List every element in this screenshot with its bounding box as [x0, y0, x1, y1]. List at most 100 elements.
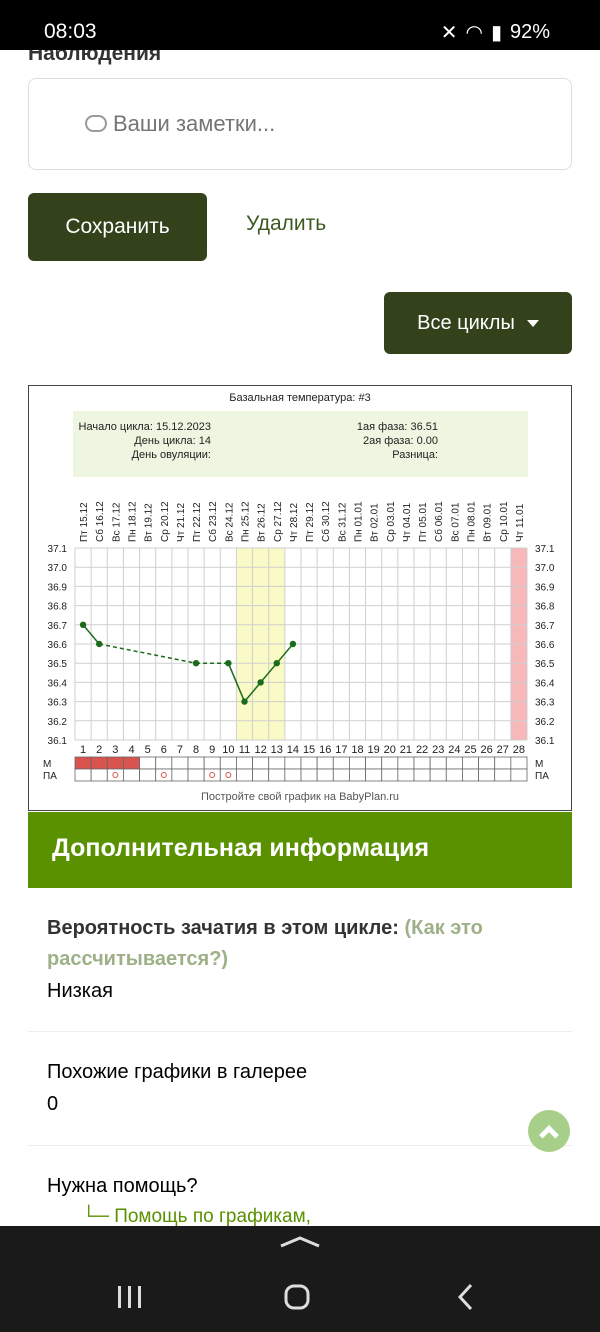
m-cell	[187, 756, 205, 770]
bbt-chart-svg: Базальная температура: #3 Начало цикла: 1…	[43, 392, 555, 803]
bbt-chart: Базальная температура: #3 Начало цикла: 1…	[28, 385, 572, 811]
day-number: 13	[271, 744, 283, 756]
y-tick-right: 36.1	[535, 736, 555, 747]
probability-label: Вероятность зачатия в этом цикле: (Как э…	[47, 917, 483, 970]
temp-point	[289, 640, 297, 648]
day-number: 1	[80, 744, 86, 756]
comment-icon	[85, 115, 107, 132]
pa-cell	[171, 768, 189, 782]
additional-info-header: Дополнительная информация	[28, 812, 572, 888]
row-pa-label-right: ПА	[535, 771, 549, 782]
save-button[interactable]: Сохранить	[28, 193, 207, 261]
day-number: 8	[193, 744, 199, 756]
temp-point	[257, 679, 264, 686]
day-number: 16	[319, 744, 331, 756]
date-label: Пт 05.01	[418, 502, 429, 542]
date-label: Ср 03.01	[386, 501, 397, 542]
m-cell	[478, 756, 496, 770]
y-tick-left: 36.2	[48, 717, 68, 728]
y-tick-right: 36.4	[535, 678, 555, 689]
pa-cell	[397, 768, 415, 782]
pa-cell	[300, 768, 318, 782]
m-cell	[268, 756, 286, 770]
temp-point	[225, 660, 232, 667]
day-number: 20	[384, 744, 396, 756]
chart-info-right: 2ая фаза: 0.00	[363, 435, 438, 447]
probability-section: Вероятность зачатия в этом цикле: (Как э…	[47, 913, 547, 975]
pa-cell	[74, 768, 92, 782]
help-charts-link[interactable]: └─ Помощь по графикам,	[82, 1206, 311, 1228]
status-bar: 08:03 ✕ ◠ ▮ 92%	[0, 0, 600, 50]
m-cell	[123, 756, 140, 770]
date-label: Вс 24.12	[224, 502, 235, 542]
pa-cell	[236, 768, 253, 782]
delete-button[interactable]: Удалить	[246, 212, 326, 236]
pa-cell	[478, 768, 496, 782]
scroll-to-top-button[interactable]	[528, 1110, 570, 1152]
pa-cell	[349, 768, 366, 782]
date-label: Вт 02.01	[370, 503, 381, 542]
day-number: 23	[432, 744, 444, 756]
temp-line-gap-segment	[99, 643, 197, 664]
screen: 08:03 ✕ ◠ ▮ 92% Наблюдения Сохранить Уда…	[0, 0, 600, 1332]
pa-cell	[106, 768, 124, 782]
m-cell	[349, 756, 366, 770]
m-cell	[219, 756, 237, 770]
m-cell	[155, 756, 173, 770]
day-number: 12	[255, 744, 267, 756]
pa-cell	[332, 768, 350, 782]
pa-cell	[284, 768, 302, 782]
m-cell	[300, 756, 318, 770]
y-tick-right: 36.6	[535, 640, 555, 651]
divider	[28, 1031, 572, 1032]
date-label: Сб 23.12	[207, 501, 219, 542]
day-number: 18	[351, 744, 363, 756]
signal-icon: ▮	[490, 22, 502, 44]
y-tick-left: 36.8	[48, 602, 68, 613]
day-number: 6	[161, 744, 167, 756]
day-number: 11	[239, 744, 250, 756]
pa-cell	[462, 768, 479, 782]
wifi-icon: ◠	[465, 22, 483, 44]
caret-down-icon	[526, 319, 539, 327]
similar-charts-label: Похожие графики в галерее	[47, 1061, 308, 1083]
date-label: Ср 27.12	[273, 501, 284, 542]
m-cell	[365, 756, 383, 770]
chart-footer: Постройте свой график на BabyPlan.ru	[201, 791, 399, 803]
date-label: Пн 18.12	[128, 501, 139, 542]
all-cycles-dropdown[interactable]: Все циклы	[384, 292, 572, 354]
day-number: 27	[497, 744, 509, 756]
m-cell	[494, 756, 512, 770]
recent-apps-icon[interactable]	[118, 1286, 141, 1308]
pa-cell	[203, 768, 221, 782]
date-label: Пн 08.01	[467, 501, 478, 542]
notes-field[interactable]	[28, 78, 572, 170]
similar-charts-count[interactable]: 0	[47, 1089, 547, 1120]
date-label: Ср 20.12	[160, 501, 171, 542]
date-label: Вт 09.01	[483, 503, 494, 542]
m-cell	[462, 756, 479, 770]
day-number: 21	[400, 744, 412, 756]
pa-cell	[219, 768, 237, 782]
back-icon[interactable]	[457, 1283, 473, 1311]
day-number: 19	[368, 744, 380, 756]
pa-cell	[413, 768, 431, 782]
pa-cell	[187, 768, 205, 782]
date-label: Пн 01.01	[354, 501, 365, 542]
date-label: Вт 26.12	[257, 503, 268, 542]
pa-cell	[510, 768, 528, 782]
m-cell	[510, 756, 528, 770]
date-label: Чт 11.01	[515, 503, 526, 542]
pa-cell	[445, 768, 463, 782]
home-icon[interactable]	[284, 1284, 310, 1310]
chart-info-left: День овуляции:	[132, 449, 211, 461]
m-cell	[90, 756, 108, 770]
notes-input[interactable]	[29, 79, 571, 169]
date-label: Сб 30.12	[320, 501, 332, 542]
row-m-label: М	[43, 759, 51, 770]
mute-icon: ✕	[440, 22, 458, 44]
nav-handle-icon[interactable]	[280, 1236, 320, 1248]
day-number: 15	[303, 744, 315, 756]
m-cell	[413, 756, 431, 770]
y-tick-right: 36.8	[535, 602, 555, 613]
